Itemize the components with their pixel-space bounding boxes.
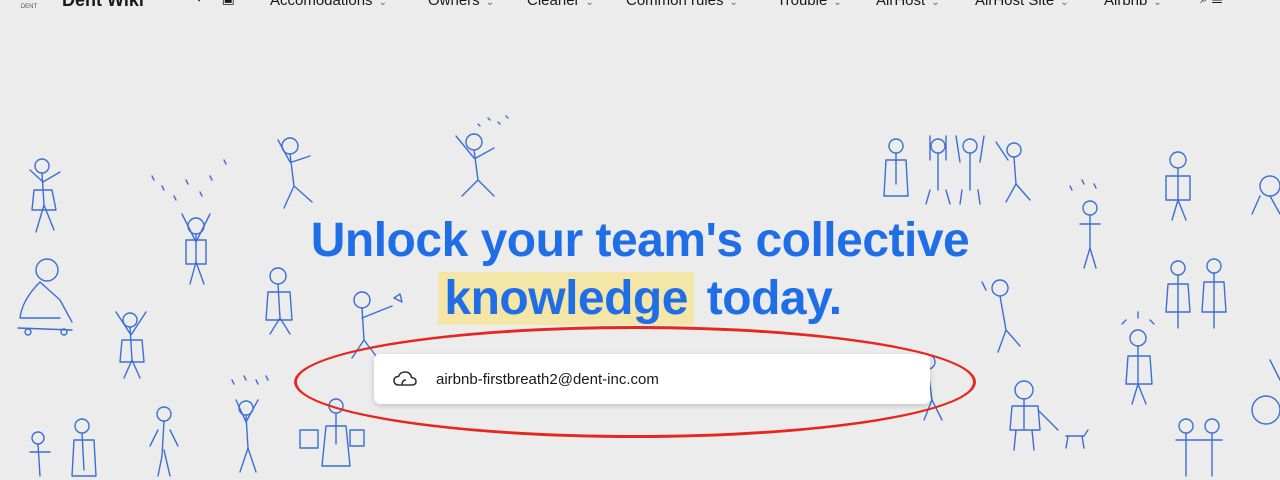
page-icon[interactable]: ▣ (222, 0, 235, 6)
doodle-person (1165, 151, 1191, 221)
chevron-down-icon: ⌄ (485, 0, 495, 8)
headline-line2: knowledge today. (0, 270, 1280, 328)
doodle-person (883, 135, 1031, 205)
nav-item-accomodations[interactable]: Accomodations ⌄ (270, 0, 387, 9)
chevron-down-icon: ⌄ (931, 0, 940, 8)
search-icon[interactable]: ⌕ ☰ (1200, 0, 1222, 7)
nav-item-owners[interactable]: Owners ⌄ (428, 0, 494, 9)
chevron-down-icon: ⌄ (378, 0, 387, 8)
nav-item-trouble[interactable]: Trouble ⌄ (777, 0, 842, 9)
workspace-title[interactable]: Dent Wiki (62, 0, 144, 11)
dent-logo-icon[interactable]: DENT (12, 0, 46, 10)
nav-item-common-rules[interactable]: Common rules ⌄ (626, 0, 738, 9)
back-icon[interactable]: ↩ (196, 0, 208, 6)
doodle-person (29, 418, 97, 477)
workspace-field[interactable]: airbnb-firstbreath2@dent-inc.com (374, 354, 930, 404)
workspace-field-value[interactable]: airbnb-firstbreath2@dent-inc.com (436, 371, 659, 388)
cloud-icon (393, 371, 417, 386)
doodle-person (1009, 380, 1089, 451)
hero-headline: Unlock your team's collective knowledge … (0, 212, 1280, 328)
headline-highlight: knowledge (438, 272, 694, 325)
headline-line1: Unlock your team's collective (310, 214, 970, 267)
doodle-person (1175, 418, 1223, 477)
nav-item-airhost[interactable]: AirHost ⌄ (876, 0, 940, 9)
chevron-down-icon: ⌄ (1153, 0, 1162, 8)
nav-item-airhost-site[interactable]: AirHost Site ⌄ (975, 0, 1069, 9)
chevron-down-icon: ⌄ (833, 0, 842, 8)
chevron-down-icon: ⌄ (1060, 0, 1069, 8)
svg-text:DENT: DENT (21, 4, 38, 10)
nav-item-airbnb[interactable]: Airbnb ⌄ (1104, 0, 1162, 9)
doodle-person (277, 137, 313, 209)
doodle-person (299, 398, 365, 467)
page-icons: ↩ ▣ (196, 0, 235, 7)
doodle-person (231, 375, 269, 473)
doodle-person (149, 406, 179, 477)
top-navigation-bar: DENT Dent Wiki ↩ ▣ Accomodations⌄ Owners… (0, 0, 1280, 12)
chevron-down-icon: ⌄ (729, 0, 738, 8)
headline-line2-rest: today. (693, 272, 842, 325)
chevron-down-icon: ⌄ (585, 0, 594, 8)
nav-item-cleaner[interactable]: Cleaner ⌄ (527, 0, 594, 9)
doodle-person (455, 115, 509, 197)
